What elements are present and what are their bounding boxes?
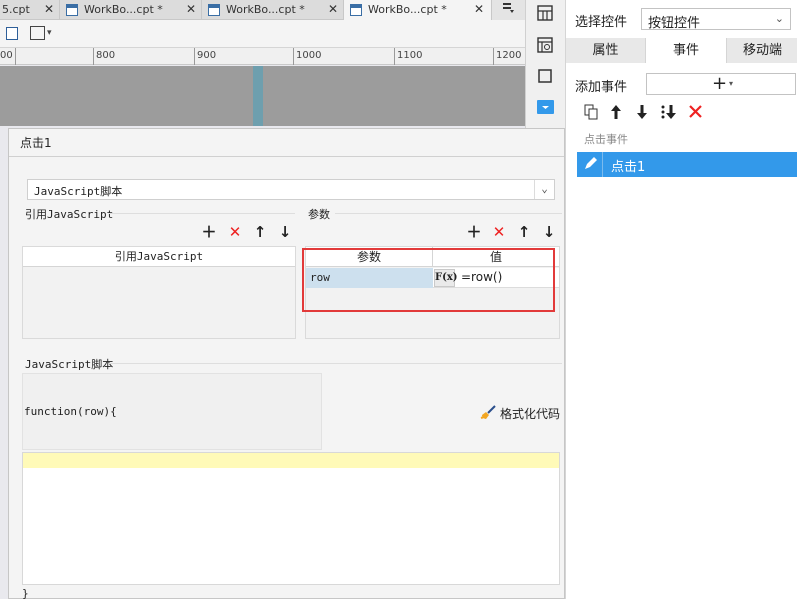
- dialog-title: 点击1: [20, 136, 52, 150]
- close-icon[interactable]: ✕: [186, 0, 196, 19]
- arrow-up-icon[interactable]: ↑: [516, 224, 532, 240]
- cell-attributes-icon[interactable]: [536, 36, 554, 54]
- chevron-down-icon[interactable]: ▾: [47, 28, 52, 38]
- close-icon[interactable]: ✕: [328, 0, 338, 19]
- cell-element-icon[interactable]: [536, 67, 554, 85]
- add-event-dropdown[interactable]: + ▾: [646, 73, 796, 95]
- selected-column[interactable]: [253, 66, 263, 126]
- event-editor-dialog: 点击1 JavaScript脚本 ⌄ 引用JavaScript ＋ ✕ ↑ ↓ …: [8, 128, 565, 599]
- tab-label: WorkBo...cpt *: [368, 3, 447, 16]
- border-icon[interactable]: [30, 26, 45, 40]
- tab-label: WorkBo...cpt *: [84, 3, 163, 16]
- report-file-icon: [208, 4, 220, 16]
- event-type-value: JavaScript脚本: [34, 185, 123, 198]
- ruler-label: 800: [96, 50, 116, 61]
- column-ruler: 00 800 900 1000 1100 1200: [0, 48, 525, 65]
- ref-js-column-label: 引用JavaScript: [114, 250, 204, 263]
- function-closing-brace: }: [22, 587, 29, 599]
- events-panel-icon[interactable]: [537, 100, 554, 114]
- ruler-label: 1100: [397, 50, 423, 61]
- widget-select[interactable]: 按钮控件 ⌄: [641, 8, 791, 31]
- ruler-label: 900: [197, 50, 217, 61]
- tab-workbook-1[interactable]: WorkBo...cpt * ✕: [60, 0, 202, 20]
- ref-js-table: 引用JavaScript: [22, 246, 296, 339]
- add-icon[interactable]: ＋: [201, 224, 217, 240]
- ref-js-column-header[interactable]: 引用JavaScript: [23, 247, 295, 267]
- tab-events[interactable]: 事件: [646, 38, 727, 63]
- ruler-tick: [194, 48, 195, 65]
- format-code-label: 格式化代码: [500, 407, 561, 421]
- tab-label: WorkBo...cpt *: [226, 3, 305, 16]
- ruler-tick: [394, 48, 395, 65]
- delete-icon[interactable]: ✕: [491, 224, 507, 240]
- current-line-highlight: [23, 453, 559, 468]
- event-section-label: 点击事件: [584, 133, 628, 146]
- add-icon[interactable]: ＋: [466, 224, 482, 240]
- ruler-tick: [15, 48, 16, 65]
- tab-workbook-3[interactable]: WorkBo...cpt * ✕: [344, 0, 492, 20]
- widget-properties-panel: 选择控件 按钮控件 ⌄ 属性 事件 移动端 添加事件 + ▾ 点击事件 点击1: [565, 0, 797, 599]
- tab-mobile[interactable]: 移动端: [727, 38, 797, 63]
- tab-workbook-2[interactable]: WorkBo...cpt * ✕: [202, 0, 344, 20]
- event-item-click1[interactable]: 点击1: [577, 152, 797, 177]
- tab-label: 移动端: [742, 43, 782, 58]
- broom-icon: [479, 404, 497, 422]
- report-file-icon: [350, 4, 362, 16]
- arrow-down-icon[interactable]: ↓: [541, 224, 557, 240]
- tab-label: 事件: [672, 43, 699, 58]
- event-type-select[interactable]: JavaScript脚本 ⌄: [27, 179, 555, 200]
- edit-event-icon[interactable]: [577, 152, 603, 177]
- ref-js-label: 引用JavaScript: [25, 208, 114, 221]
- add-icon: +: [712, 73, 728, 94]
- move-to-bottom-icon[interactable]: [660, 104, 678, 123]
- params-label: 参数: [308, 208, 330, 221]
- delete-icon[interactable]: [688, 104, 703, 122]
- ruler-label: 1000: [296, 50, 322, 61]
- add-event-label: 添加事件: [575, 80, 628, 95]
- widget-select-value: 按钮控件: [648, 16, 701, 31]
- tab-properties[interactable]: 属性: [566, 38, 646, 63]
- script-divider: [109, 363, 562, 364]
- close-icon[interactable]: ✕: [474, 0, 484, 19]
- highlight-box: [302, 248, 555, 312]
- ruler-tick: [293, 48, 294, 65]
- chevron-down-icon: ⌄: [774, 12, 784, 25]
- ruler-label: 1200: [496, 50, 522, 61]
- editor-toolbar: ▾: [0, 20, 525, 48]
- tab-5-cpt[interactable]: 5.cpt ✕: [0, 0, 60, 20]
- arrow-up-icon[interactable]: ↑: [252, 224, 268, 240]
- ref-js-divider: [109, 213, 295, 214]
- function-signature: function(row){: [24, 405, 117, 418]
- params-divider: [335, 213, 562, 214]
- side-icon-strip: [525, 0, 565, 128]
- ruler-tick: [93, 48, 94, 65]
- ruler-tick: [493, 48, 494, 65]
- sheet-view-icon[interactable]: [6, 27, 18, 40]
- chevron-down-icon: ▾: [729, 79, 734, 88]
- arrow-down-icon[interactable]: ↓: [277, 224, 293, 240]
- script-section-label: JavaScript脚本: [25, 358, 114, 371]
- event-item-label: 点击1: [611, 160, 646, 175]
- widget-settings-icon[interactable]: [536, 4, 554, 22]
- dialog-title-divider: [9, 156, 564, 157]
- tab-label: 属性: [592, 43, 619, 58]
- function-signature-box: function(row){: [22, 373, 322, 450]
- move-down-icon[interactable]: [636, 104, 648, 123]
- document-tab-bar: 5.cpt ✕ WorkBo...cpt * ✕ WorkBo...cpt * …: [0, 0, 525, 20]
- report-file-icon: [66, 4, 78, 16]
- copy-icon[interactable]: [584, 104, 598, 120]
- move-up-icon[interactable]: [610, 104, 622, 123]
- script-editor[interactable]: [22, 452, 560, 585]
- chevron-down-icon: ⌄: [534, 180, 554, 199]
- tab-list-menu-icon[interactable]: [492, 0, 525, 20]
- ruler-label: 00: [0, 50, 13, 61]
- select-widget-label: 选择控件: [575, 15, 628, 30]
- delete-icon[interactable]: ✕: [227, 224, 243, 240]
- tab-label: 5.cpt: [2, 3, 30, 16]
- close-icon[interactable]: ✕: [44, 0, 54, 19]
